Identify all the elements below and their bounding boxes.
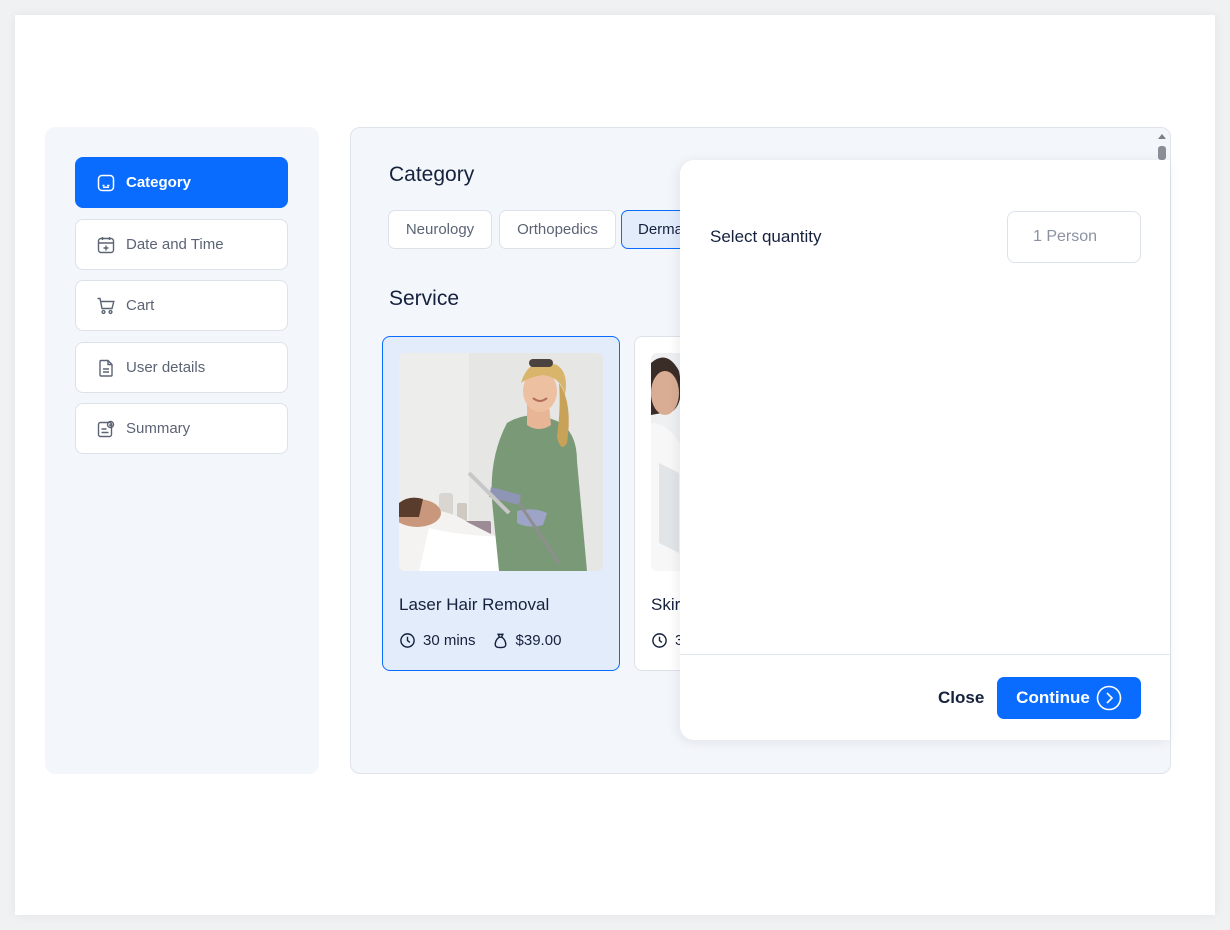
service-name: Skir: [651, 595, 681, 614]
steps-sidebar: Category Date and Time Cart User details…: [45, 127, 319, 774]
category-chip-orthopedics[interactable]: Orthopedics: [499, 210, 616, 249]
calendar-icon: [96, 235, 116, 255]
sidebar-item-category[interactable]: Category: [75, 157, 288, 208]
sidebar-item-summary[interactable]: Summary: [75, 403, 288, 454]
quantity-input[interactable]: [1007, 211, 1141, 263]
sidebar-item-cart[interactable]: Cart: [75, 280, 288, 331]
continue-label: Continue: [1016, 688, 1090, 707]
service-photo: [399, 353, 603, 571]
money-bag-icon: [494, 633, 506, 649]
modal-footer: Close Continue: [680, 654, 1170, 740]
service-price: $39.00: [515, 632, 562, 649]
category-title: Category: [389, 163, 475, 186]
clock-icon: [400, 633, 415, 648]
service-name: Laser Hair Removal: [399, 595, 550, 614]
quantity-label: Select quantity: [710, 227, 822, 246]
summary-icon: [96, 419, 116, 439]
sidebar-item-date-time[interactable]: Date and Time: [75, 219, 288, 270]
service-title: Service: [389, 287, 460, 310]
sidebar-item-label: Date and Time: [126, 236, 224, 253]
quantity-modal: Select quantity Close Continue: [680, 160, 1170, 740]
document-icon: [96, 358, 116, 378]
sidebar-item-label: User details: [126, 359, 206, 376]
service-duration: 30 mins: [423, 632, 476, 649]
category-chip-neurology[interactable]: Neurology: [388, 210, 492, 249]
service-meta: 3: [651, 632, 683, 649]
sidebar-item-label: Category: [126, 174, 192, 191]
sidebar-item-label: Summary: [126, 420, 191, 437]
clock-icon: [652, 633, 667, 648]
sidebar-item-user-details[interactable]: User details: [75, 342, 288, 393]
category-icon: [96, 173, 116, 193]
chevron-right-circle-icon: [1096, 685, 1122, 711]
close-button[interactable]: Close: [930, 678, 992, 718]
cart-icon: [96, 296, 116, 316]
continue-button[interactable]: Continue: [997, 677, 1141, 719]
service-card[interactable]: Laser Hair Removal 30 mins $39.00: [382, 336, 620, 671]
sidebar-item-label: Cart: [126, 297, 155, 314]
service-meta: 30 mins $39.00: [399, 632, 561, 649]
